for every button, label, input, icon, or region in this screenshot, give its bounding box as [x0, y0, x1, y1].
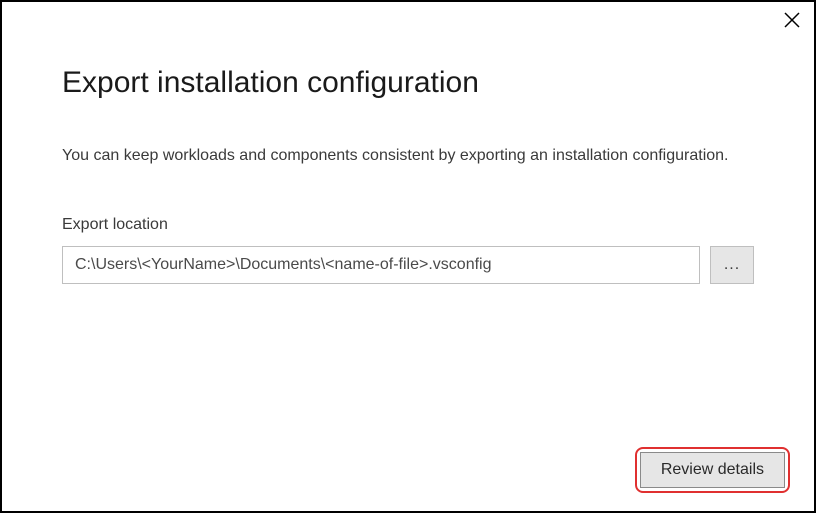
- dialog-title: Export installation configuration: [62, 66, 754, 100]
- dialog-description: You can keep workloads and components co…: [62, 144, 754, 168]
- close-button[interactable]: [780, 8, 804, 32]
- export-location-label: Export location: [62, 216, 754, 234]
- export-location-row: ...: [62, 246, 754, 284]
- review-highlight: Review details: [635, 447, 790, 493]
- close-icon: [784, 12, 800, 28]
- dialog-content: Export installation configuration You ca…: [2, 2, 814, 284]
- browse-button[interactable]: ...: [710, 246, 754, 284]
- export-config-dialog: Export installation configuration You ca…: [0, 0, 816, 513]
- dialog-footer: Review details: [635, 447, 790, 493]
- export-location-input[interactable]: [62, 246, 700, 284]
- review-details-button[interactable]: Review details: [640, 452, 785, 488]
